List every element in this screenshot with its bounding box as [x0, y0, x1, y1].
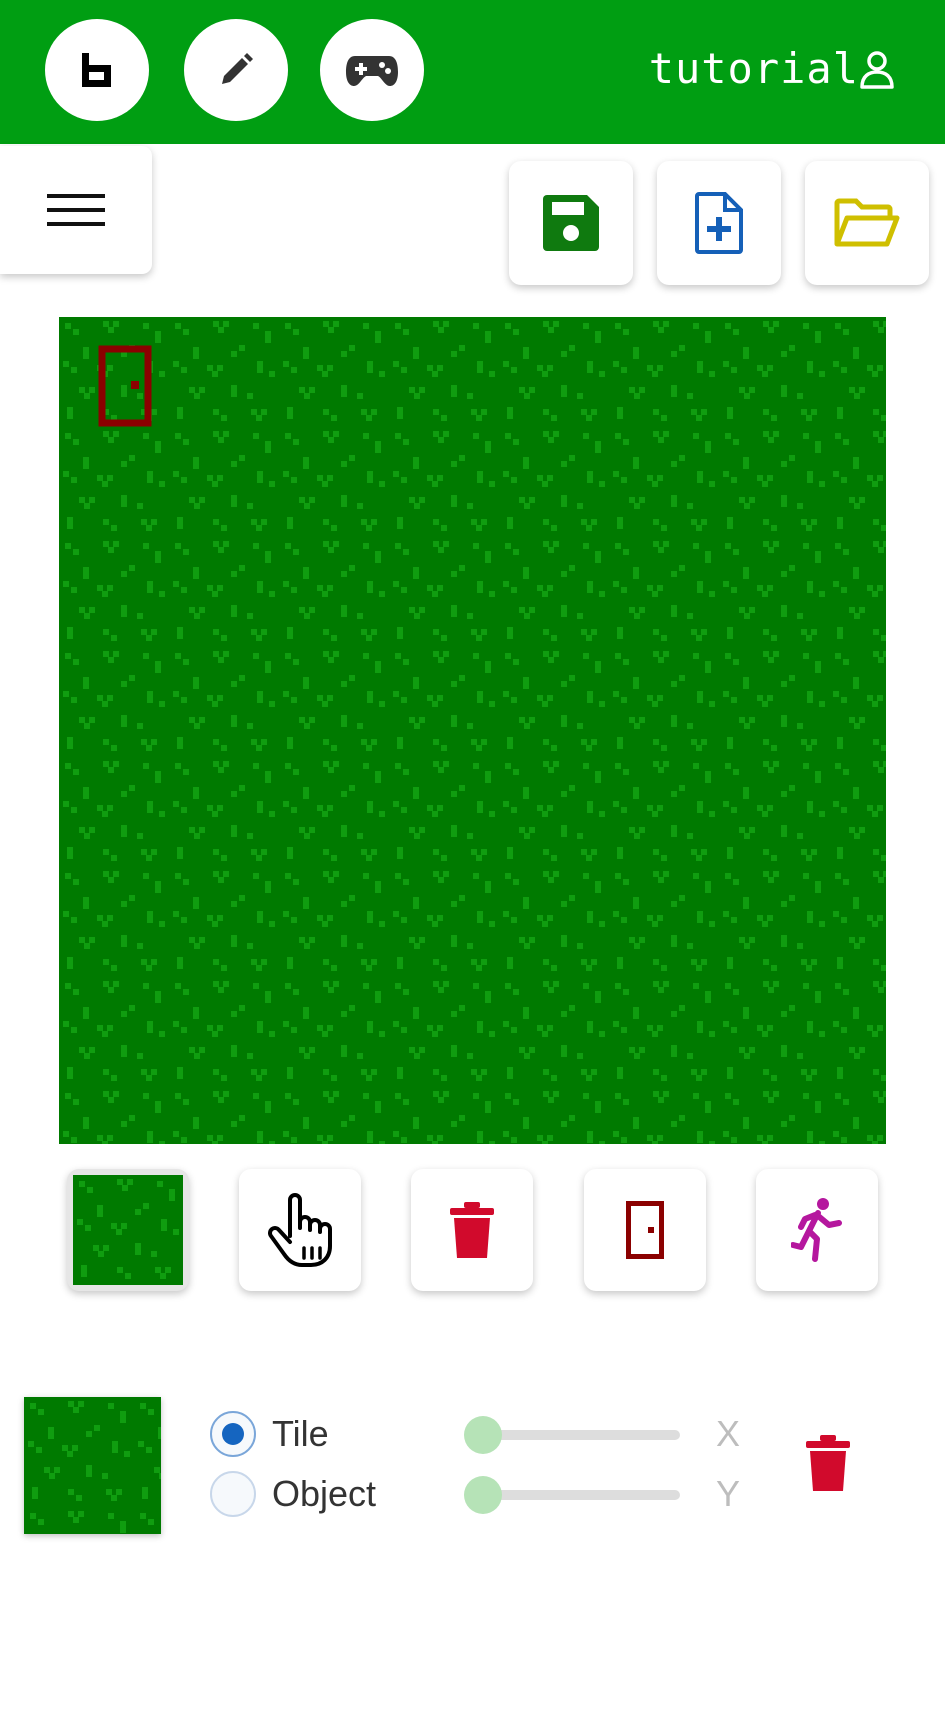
- editor-button[interactable]: [184, 19, 288, 121]
- hamburger-menu-icon: [47, 194, 105, 226]
- tile-radio[interactable]: [210, 1411, 256, 1457]
- grass-tile-tool[interactable]: [67, 1169, 189, 1291]
- trash-icon: [806, 1435, 850, 1491]
- grass-tiles: [59, 317, 886, 1144]
- menu-button[interactable]: [0, 146, 152, 274]
- open-folder-icon: [834, 198, 900, 247]
- running-person-icon: [791, 1198, 842, 1262]
- save-button[interactable]: [509, 161, 633, 285]
- new-file-button[interactable]: [657, 161, 781, 285]
- home-logo-button[interactable]: [45, 19, 149, 121]
- door-icon: [626, 1201, 664, 1259]
- save-icon: [543, 195, 599, 251]
- pointer-tool[interactable]: [239, 1169, 361, 1291]
- y-label: Y: [716, 1473, 741, 1514]
- grass-tile-swatch: [73, 1175, 183, 1285]
- object-radio[interactable]: [210, 1471, 256, 1517]
- y-slider-thumb[interactable]: [464, 1476, 502, 1514]
- new-file-icon: [695, 192, 743, 254]
- x-label: X: [716, 1413, 741, 1454]
- door-tool[interactable]: [584, 1169, 706, 1291]
- trash-icon: [450, 1202, 494, 1258]
- tile-radio-label[interactable]: Tile: [272, 1413, 329, 1455]
- user-icon[interactable]: [859, 50, 895, 90]
- username-label[interactable]: tutorial: [649, 44, 859, 93]
- open-folder-button[interactable]: [805, 161, 929, 285]
- b-logo-icon: [82, 53, 111, 87]
- hand-pointer-icon: [268, 1193, 332, 1267]
- play-game-button[interactable]: [320, 19, 424, 121]
- top-bar: tutorial: [0, 0, 945, 144]
- gamepad-icon: [346, 56, 398, 86]
- delete-object-button[interactable]: [806, 1435, 850, 1496]
- delete-tool[interactable]: [411, 1169, 533, 1291]
- pencil-icon: [222, 53, 253, 84]
- selected-tile-preview: [24, 1397, 161, 1534]
- object-radio-label[interactable]: Object: [272, 1473, 376, 1515]
- x-slider-thumb[interactable]: [464, 1416, 502, 1454]
- player-tool[interactable]: [756, 1169, 878, 1291]
- map-canvas[interactable]: [59, 317, 886, 1144]
